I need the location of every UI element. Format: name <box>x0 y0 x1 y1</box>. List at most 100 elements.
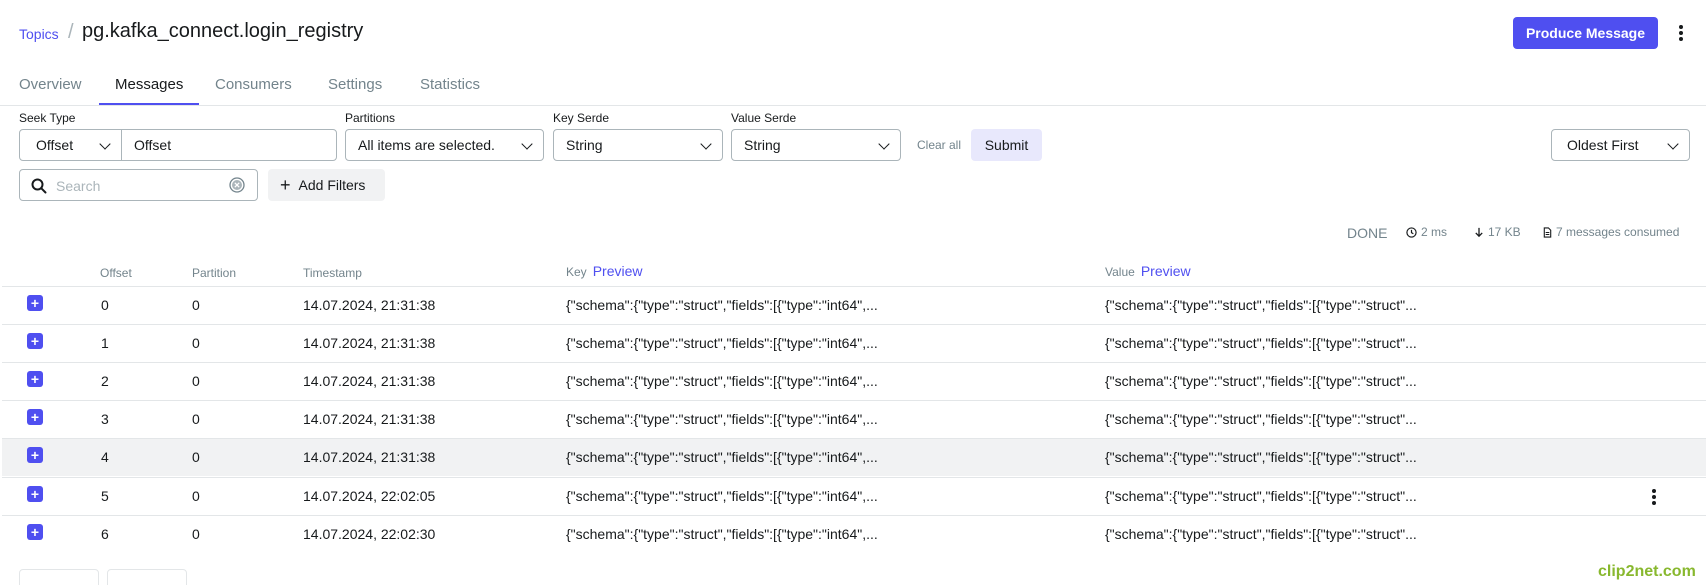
cell-offset: 0 <box>101 297 109 313</box>
key-serde-select[interactable]: String <box>553 129 723 161</box>
sort-select[interactable]: Oldest First <box>1551 129 1690 161</box>
cell-timestamp: 14.07.2024, 22:02:05 <box>303 488 436 504</box>
add-filters-button[interactable]: + Add Filters <box>268 169 385 201</box>
cell-key: {"schema":{"type":"struct","fields":[{"t… <box>566 411 878 427</box>
table-row[interactable]: + 5 0 14.07.2024, 22:02:05 {"schema":{"t… <box>2 477 1706 515</box>
table-row[interactable]: + 2 0 14.07.2024, 21:31:38 {"schema":{"t… <box>2 362 1706 400</box>
key-preview-link[interactable]: Preview <box>593 263 643 279</box>
consumed-size: 17 KB <box>1474 225 1521 239</box>
clear-all-button[interactable]: Clear all <box>917 138 961 152</box>
cell-partition: 0 <box>192 411 200 427</box>
column-header-partition: Partition <box>192 266 237 280</box>
seek-type-value: Offset <box>36 137 74 153</box>
key-serde-value: String <box>566 137 603 153</box>
next-button[interactable] <box>107 569 187 585</box>
breadcrumb-separator: / <box>68 21 74 43</box>
tab-consumers[interactable]: Consumers <box>215 76 292 93</box>
cell-timestamp: 14.07.2024, 21:31:38 <box>303 449 436 465</box>
cell-key: {"schema":{"type":"struct","fields":[{"t… <box>566 373 878 389</box>
cell-value: {"schema":{"type":"struct","fields":[{"t… <box>1105 411 1417 427</box>
table-row[interactable]: + 3 0 14.07.2024, 21:31:38 {"schema":{"t… <box>2 400 1706 438</box>
offset-input-value: Offset <box>134 137 172 153</box>
table-row[interactable]: + 1 0 14.07.2024, 21:31:38 {"schema":{"t… <box>2 324 1706 362</box>
cell-partition: 0 <box>192 488 200 504</box>
clear-search-icon[interactable] <box>229 177 245 193</box>
cell-value: {"schema":{"type":"struct","fields":[{"t… <box>1105 488 1417 504</box>
cell-offset: 4 <box>101 449 109 465</box>
expand-row-icon[interactable]: + <box>27 409 43 425</box>
column-header-value: Value Preview <box>1105 263 1191 279</box>
page-menu-icon[interactable] <box>1673 22 1689 44</box>
add-filters-label: Add Filters <box>298 177 366 193</box>
cell-value: {"schema":{"type":"struct","fields":[{"t… <box>1105 335 1417 351</box>
expand-row-icon[interactable]: + <box>27 524 43 540</box>
cell-value: {"schema":{"type":"struct","fields":[{"t… <box>1105 297 1417 313</box>
value-header-label: Value <box>1105 265 1135 279</box>
tab-messages[interactable]: Messages <box>115 76 183 93</box>
expand-row-icon[interactable]: + <box>27 486 43 502</box>
cell-timestamp: 14.07.2024, 21:31:38 <box>303 297 436 313</box>
value-serde-select[interactable]: String <box>731 129 901 161</box>
seek-type-select[interactable]: Offset <box>19 129 122 161</box>
messages-consumed: 7 messages consumed <box>1543 225 1679 239</box>
cell-key: {"schema":{"type":"struct","fields":[{"t… <box>566 335 878 351</box>
tab-overview[interactable]: Overview <box>19 76 82 93</box>
column-header-key: Key Preview <box>566 263 642 279</box>
chevron-down-icon <box>1667 138 1679 150</box>
cell-partition: 0 <box>192 373 200 389</box>
cell-partition: 0 <box>192 335 200 351</box>
partitions-label: Partitions <box>345 111 396 125</box>
consumed-size-value: 17 KB <box>1488 225 1521 239</box>
cell-partition: 0 <box>192 449 200 465</box>
chevron-down-icon <box>878 138 890 150</box>
table-row[interactable]: + 6 0 14.07.2024, 22:02:30 {"schema":{"t… <box>2 515 1706 553</box>
cell-timestamp: 14.07.2024, 21:31:38 <box>303 373 436 389</box>
cell-offset: 6 <box>101 526 109 542</box>
cell-key: {"schema":{"type":"struct","fields":[{"t… <box>566 449 878 465</box>
cell-partition: 0 <box>192 526 200 542</box>
cell-key: {"schema":{"type":"struct","fields":[{"t… <box>566 488 878 504</box>
submit-button[interactable]: Submit <box>971 129 1042 161</box>
cell-offset: 2 <box>101 373 109 389</box>
expand-row-icon[interactable]: + <box>27 447 43 463</box>
breadcrumb-topics-link[interactable]: Topics <box>19 26 59 42</box>
cell-value: {"schema":{"type":"struct","fields":[{"t… <box>1105 449 1417 465</box>
expand-row-icon[interactable]: + <box>27 333 43 349</box>
document-icon <box>1543 226 1552 238</box>
clock-icon <box>1406 226 1417 238</box>
elapsed-time-value: 2 ms <box>1421 225 1448 239</box>
messages-consumed-value: 7 messages consumed <box>1556 225 1680 239</box>
back-button[interactable] <box>19 569 99 585</box>
partitions-select[interactable]: All items are selected. <box>345 129 544 161</box>
seek-type-label: Seek Type <box>19 111 76 125</box>
tab-statistics[interactable]: Statistics <box>420 76 480 93</box>
produce-message-button[interactable]: Produce Message <box>1513 17 1658 49</box>
expand-row-icon[interactable]: + <box>27 295 43 311</box>
cell-value: {"schema":{"type":"struct","fields":[{"t… <box>1105 373 1417 389</box>
column-header-offset: Offset <box>100 266 132 280</box>
sort-value: Oldest First <box>1567 137 1639 153</box>
consume-status: DONE <box>1347 225 1388 241</box>
cell-offset: 3 <box>101 411 109 427</box>
value-preview-link[interactable]: Preview <box>1141 263 1191 279</box>
cell-key: {"schema":{"type":"struct","fields":[{"t… <box>566 297 878 313</box>
tab-settings[interactable]: Settings <box>328 76 382 93</box>
plus-icon: + <box>280 175 291 195</box>
search-input[interactable]: Search <box>19 169 258 201</box>
cell-key: {"schema":{"type":"struct","fields":[{"t… <box>566 526 878 542</box>
chevron-down-icon <box>521 138 533 150</box>
offset-input[interactable]: Offset <box>121 129 337 161</box>
key-header-label: Key <box>566 265 587 279</box>
chevron-down-icon <box>99 138 111 150</box>
elapsed-time: 2 ms <box>1406 225 1447 239</box>
partitions-value: All items are selected. <box>358 137 495 153</box>
table-row[interactable]: + 4 0 14.07.2024, 21:31:38 {"schema":{"t… <box>2 438 1706 476</box>
search-placeholder: Search <box>56 178 101 194</box>
row-menu-icon[interactable] <box>1646 486 1662 508</box>
table-row[interactable]: + 0 0 14.07.2024, 21:31:38 {"schema":{"t… <box>2 286 1706 324</box>
expand-row-icon[interactable]: + <box>27 371 43 387</box>
column-header-timestamp: Timestamp <box>303 266 362 280</box>
cell-partition: 0 <box>192 297 200 313</box>
cell-timestamp: 14.07.2024, 21:31:38 <box>303 335 436 351</box>
page-title: pg.kafka_connect.login_registry <box>82 20 364 42</box>
